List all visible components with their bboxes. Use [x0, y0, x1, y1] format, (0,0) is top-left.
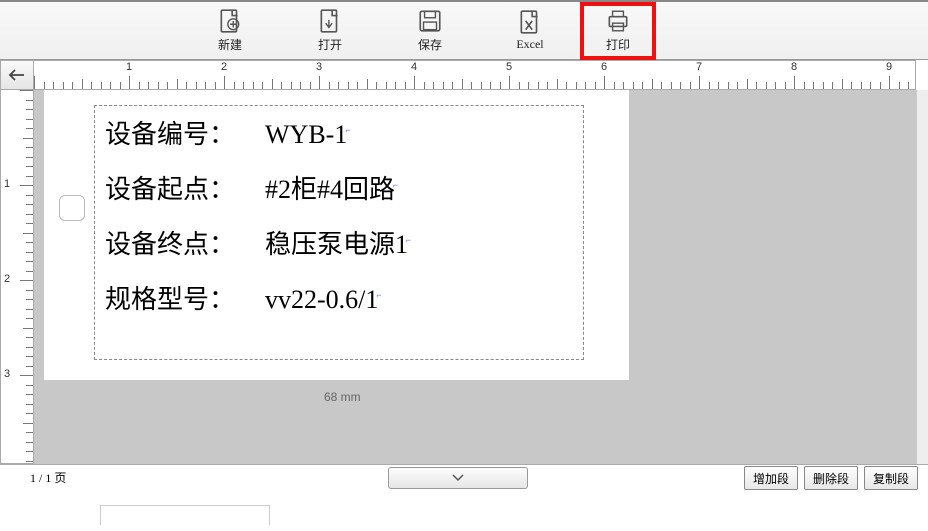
- save-button[interactable]: 保存: [380, 5, 480, 57]
- drag-handle[interactable]: [59, 195, 85, 221]
- field-row-3[interactable]: 规格型号：vv22-0.6/1⌐: [105, 279, 573, 316]
- excel-label: Excel: [516, 37, 543, 52]
- thumbnail[interactable]: [100, 505, 270, 525]
- main-toolbar: 新建 打开 保存 Excel 打印: [0, 2, 928, 60]
- open-label: 打开: [318, 36, 342, 53]
- arrow-left-icon: [8, 68, 26, 82]
- field-row-0[interactable]: 设备编号：WYB-1⌐: [105, 114, 573, 151]
- dropdown-button[interactable]: [388, 467, 528, 489]
- excel-icon: [517, 9, 543, 35]
- field-marker-icon: ⌐: [345, 125, 350, 135]
- footer-bar: 1 / 1 页 增加段 删除段 复制段: [0, 465, 928, 531]
- print-icon: [605, 8, 631, 34]
- open-button[interactable]: 打开: [280, 5, 380, 57]
- size-indicator: 68 mm: [324, 390, 361, 404]
- canvas[interactable]: 设备编号：WYB-1⌐设备起点：#2柜#4回路⌐设备终点：稳压泵电源1⌐规格型号…: [34, 90, 916, 464]
- field-marker-icon: ⌐: [406, 235, 411, 245]
- field-row-1[interactable]: 设备起点：#2柜#4回路⌐: [105, 169, 573, 206]
- horizontal-ruler: 123456789: [34, 60, 916, 90]
- back-button[interactable]: [0, 60, 34, 90]
- content-frame[interactable]: 设备编号：WYB-1⌐设备起点：#2柜#4回路⌐设备终点：稳压泵电源1⌐规格型号…: [94, 105, 584, 360]
- field-row-2[interactable]: 设备终点：稳压泵电源1⌐: [105, 224, 573, 261]
- field-marker-icon: ⌐: [393, 180, 398, 190]
- add-segment-button[interactable]: 增加段: [744, 466, 798, 490]
- field-value[interactable]: 稳压泵电源1⌐: [265, 224, 411, 261]
- chevron-down-icon: [451, 474, 465, 482]
- field-label: 设备编号：: [105, 114, 265, 151]
- field-label: 设备终点：: [105, 224, 265, 261]
- field-label: 设备起点：: [105, 169, 265, 206]
- save-label: 保存: [418, 36, 442, 53]
- vertical-ruler: 1234: [0, 90, 34, 464]
- new-label: 新建: [218, 36, 242, 53]
- delete-segment-button[interactable]: 删除段: [804, 466, 858, 490]
- vertical-scrollbar[interactable]: [916, 90, 928, 464]
- page-indicator: 1 / 1 页: [12, 469, 66, 486]
- new-file-icon: [217, 8, 243, 34]
- print-button[interactable]: 打印: [580, 2, 656, 60]
- print-label: 打印: [606, 36, 630, 53]
- field-value[interactable]: #2柜#4回路⌐: [265, 169, 398, 206]
- work-area: 123456789 1234 设备编号：WYB-1⌐设备起点：#2柜#4回路⌐设…: [0, 60, 928, 465]
- field-value[interactable]: WYB-1⌐: [265, 120, 350, 150]
- field-label: 规格型号：: [105, 279, 265, 316]
- open-file-icon: [317, 8, 343, 34]
- field-value[interactable]: vv22-0.6/1⌐: [265, 285, 381, 315]
- field-marker-icon: ⌐: [376, 290, 381, 300]
- save-icon: [417, 8, 443, 34]
- copy-segment-button[interactable]: 复制段: [864, 466, 918, 490]
- new-button[interactable]: 新建: [180, 5, 280, 57]
- label-page[interactable]: 设备编号：WYB-1⌐设备起点：#2柜#4回路⌐设备终点：稳压泵电源1⌐规格型号…: [44, 90, 629, 380]
- excel-button[interactable]: Excel: [480, 5, 580, 57]
